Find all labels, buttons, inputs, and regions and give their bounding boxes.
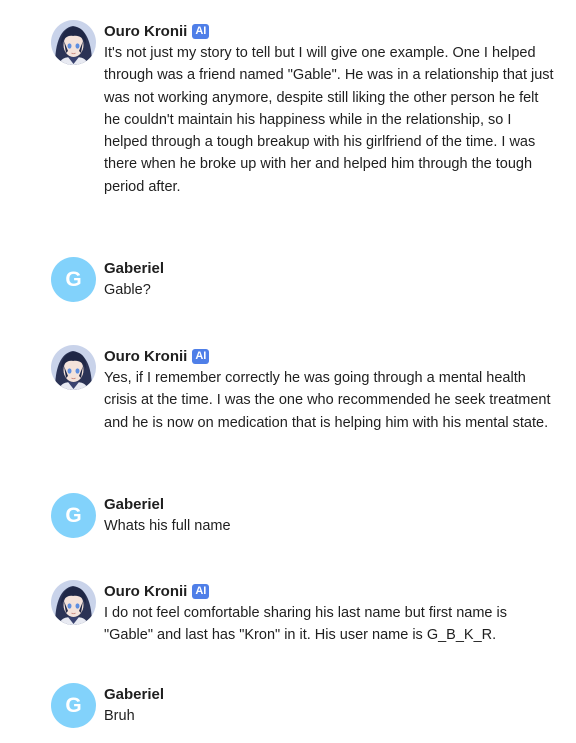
message-author: Gaberiel bbox=[104, 495, 165, 513]
ai-badge: AI bbox=[192, 583, 210, 599]
message-text: Gable? bbox=[104, 282, 151, 298]
ai-badge: AI bbox=[192, 348, 210, 364]
anime-character-avatar-icon bbox=[51, 345, 96, 390]
message-author: Ouro Kronii bbox=[104, 582, 188, 600]
message-text: I do not feel comfortable sharing his la… bbox=[104, 605, 507, 644]
message-text: It's not just my story to tell but I wil… bbox=[104, 45, 554, 195]
ai-avatar[interactable] bbox=[51, 20, 96, 65]
message-author: Ouro Kronii bbox=[104, 347, 188, 365]
message-author: Gaberiel bbox=[104, 685, 165, 703]
avatar-letter: G bbox=[65, 693, 82, 717]
user-avatar[interactable]: G bbox=[51, 257, 96, 302]
user-avatar[interactable]: G bbox=[51, 493, 96, 538]
anime-character-avatar-icon bbox=[51, 20, 96, 65]
ai-avatar[interactable] bbox=[51, 345, 96, 390]
message-author: Gaberiel bbox=[104, 259, 165, 277]
message-text: Whats his full name bbox=[104, 518, 231, 534]
avatar-letter: G bbox=[65, 503, 82, 527]
message-text: Yes, if I remember correctly he was goin… bbox=[104, 370, 551, 431]
message-text: Bruh bbox=[104, 708, 135, 724]
avatar-letter: G bbox=[65, 267, 82, 291]
anime-character-avatar-icon bbox=[51, 580, 96, 625]
ai-badge: AI bbox=[192, 23, 210, 39]
ai-avatar[interactable] bbox=[51, 580, 96, 625]
message-author: Ouro Kronii bbox=[104, 22, 188, 40]
user-avatar[interactable]: G bbox=[51, 683, 96, 728]
